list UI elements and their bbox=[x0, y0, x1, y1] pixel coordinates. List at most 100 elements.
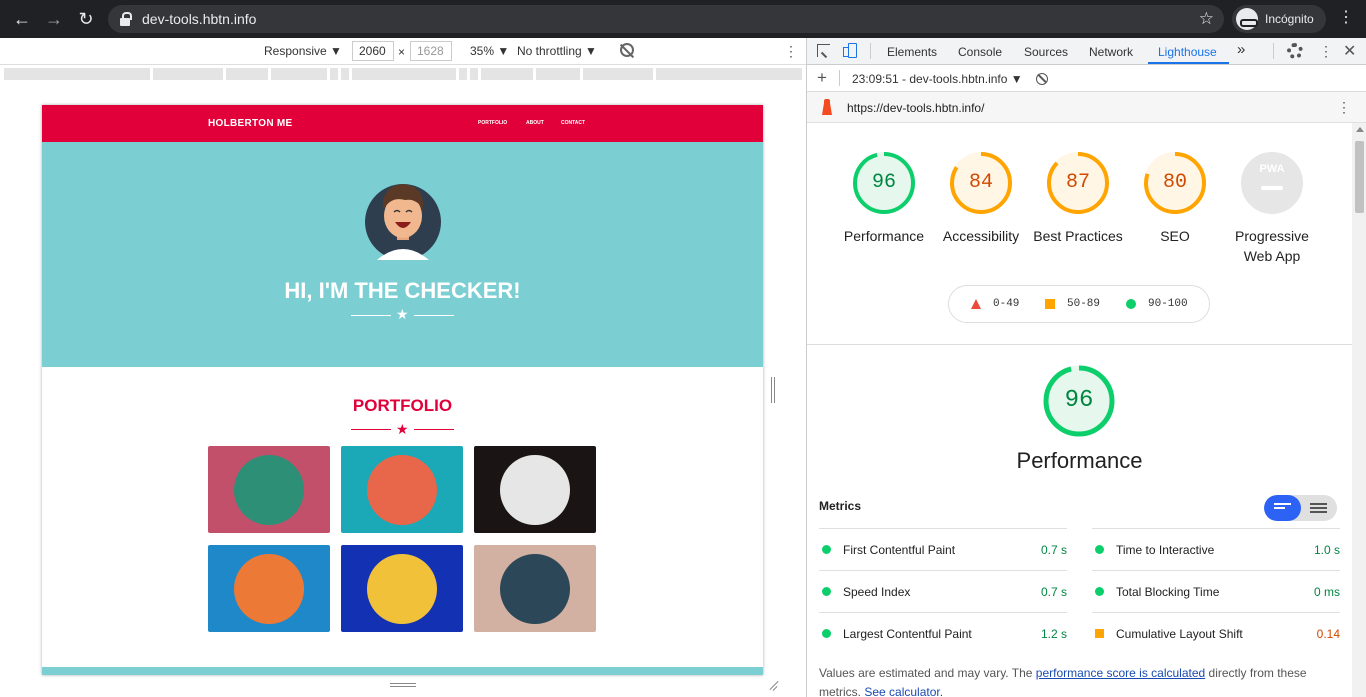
viewport-resize-handle-bottom[interactable] bbox=[390, 683, 416, 687]
section-divider bbox=[807, 344, 1352, 345]
portfolio-title: PORTFOLIO bbox=[352, 396, 453, 415]
close-devtools-icon[interactable]: ✕ bbox=[1343, 41, 1356, 61]
more-tabs-icon[interactable]: » bbox=[1237, 41, 1245, 58]
legend-average: 50-89 bbox=[1067, 298, 1101, 310]
settings-gear-icon[interactable] bbox=[1287, 43, 1303, 59]
device-toggle-icon[interactable] bbox=[843, 43, 857, 59]
nav-link-contact[interactable]: CONTACT bbox=[561, 120, 585, 126]
performance-section-title: Performance bbox=[1016, 448, 1143, 473]
hero-star-icon: ★ bbox=[396, 306, 409, 322]
metric-name: Speed Index bbox=[843, 585, 911, 599]
lighthouse-logo-icon bbox=[821, 99, 833, 115]
gauge-seo[interactable]: 80 SEO bbox=[1142, 150, 1208, 244]
zoom-select-label: 35% bbox=[470, 44, 495, 58]
report-scrollbar[interactable] bbox=[1352, 123, 1366, 697]
metrics-view-toggle[interactable] bbox=[1264, 495, 1337, 521]
device-select[interactable]: Responsive ▼ bbox=[264, 44, 342, 58]
forward-arrow-icon[interactable]: → bbox=[38, 3, 70, 35]
score-calculated-link[interactable]: performance score is calculated bbox=[1036, 666, 1205, 680]
scroll-up-arrow-icon[interactable] bbox=[1356, 127, 1364, 132]
portfolio-tile-submarine[interactable] bbox=[474, 545, 596, 632]
emulated-viewport-area: HOLBERTON ME PORTFOLIO ABOUT CONTACT HI,… bbox=[0, 83, 806, 697]
site-brand[interactable]: HOLBERTON ME bbox=[208, 118, 293, 129]
portfolio-tile-safe[interactable] bbox=[341, 545, 463, 632]
report-url[interactable]: https://dev-tools.hbtn.info/ bbox=[847, 101, 984, 115]
browser-menu-icon[interactable]: ⋮ bbox=[1338, 10, 1354, 26]
report-url-bar: https://dev-tools.hbtn.info/ ⋮ bbox=[807, 92, 1366, 123]
report-menu-icon[interactable]: ⋮ bbox=[1337, 99, 1351, 116]
times-icon: × bbox=[398, 45, 406, 59]
gauge-score: 84 bbox=[968, 171, 993, 194]
pwa-dash-icon bbox=[1261, 186, 1283, 190]
gamepad-icon bbox=[234, 554, 304, 624]
scrollbar-thumb[interactable] bbox=[1355, 141, 1364, 213]
portfolio-tile-circus[interactable] bbox=[474, 446, 596, 533]
browser-toolbar: ← → ↻ dev-tools.hbtn.info ☆ Incógnito ⋮ bbox=[0, 0, 1366, 38]
throttling-select[interactable]: No throttling ▼ bbox=[517, 44, 597, 58]
performance-gauge: 96 bbox=[1042, 364, 1116, 438]
viewport-resize-handle-right[interactable] bbox=[771, 377, 775, 403]
pass-circle-icon bbox=[1095, 545, 1104, 554]
nav-link-portfolio[interactable]: PORTFOLIO bbox=[478, 120, 507, 126]
emulated-page: HOLBERTON ME PORTFOLIO ABOUT CONTACT HI,… bbox=[42, 105, 763, 675]
metric-name: First Contentful Paint bbox=[843, 543, 956, 557]
nav-link-about[interactable]: ABOUT bbox=[526, 120, 544, 126]
gauge-accessibility[interactable]: 84 Accessibility bbox=[943, 150, 1019, 244]
gauge-best-practices[interactable]: 87 Best Practices bbox=[1033, 150, 1123, 244]
width-input[interactable]: 2060 bbox=[352, 41, 394, 61]
tab-sources[interactable]: Sources bbox=[1024, 45, 1068, 59]
incognito-icon bbox=[1236, 8, 1258, 30]
address-url: dev-tools.hbtn.info bbox=[142, 11, 257, 27]
incognito-badge[interactable]: Incógnito bbox=[1232, 5, 1326, 33]
hero-title: HI, I'M THE CHECKER! bbox=[284, 278, 521, 303]
lighthouse-toolbar: + 23:09:51 - dev-tools.hbtn.info ▼ bbox=[807, 65, 1366, 92]
metric-row: First Contentful Paint 0.7 s bbox=[819, 528, 1067, 570]
report-select[interactable]: 23:09:51 - dev-tools.hbtn.info ▼ bbox=[852, 72, 1023, 86]
metric-row: Largest Contentful Paint 1.2 s bbox=[819, 612, 1067, 654]
submarine-icon bbox=[500, 554, 570, 624]
gauge-progressive-web-app[interactable]: PWA Progressive Web App bbox=[1235, 150, 1309, 264]
gauge-performance[interactable]: 96 Performance bbox=[844, 150, 924, 244]
gauge-score: 80 bbox=[1162, 171, 1187, 194]
clear-reports-icon[interactable] bbox=[1036, 73, 1048, 85]
metric-value: 0.7 s bbox=[1040, 543, 1067, 557]
metrics-footnote: Values are estimated and may vary. The p… bbox=[819, 664, 1339, 697]
portfolio-tile-cake[interactable] bbox=[341, 446, 463, 533]
gauge-score: 96 bbox=[1064, 387, 1094, 414]
bookmark-star-icon[interactable]: ☆ bbox=[1199, 9, 1214, 29]
metrics-title: Metrics bbox=[819, 499, 862, 513]
metric-name: Total Blocking Time bbox=[1116, 585, 1220, 599]
new-report-plus-icon[interactable]: + bbox=[817, 68, 827, 88]
devtools-menu-icon[interactable]: ⋮ bbox=[1319, 43, 1333, 60]
expanded-view-icon[interactable] bbox=[1310, 503, 1327, 513]
gauge-score: 96 bbox=[871, 171, 896, 194]
viewport-resize-handle-corner[interactable] bbox=[766, 679, 778, 691]
tab-console[interactable]: Console bbox=[958, 45, 1002, 59]
compact-view-icon bbox=[1274, 503, 1291, 513]
gauge-score: 87 bbox=[1065, 171, 1090, 194]
device-toolbar-menu-icon[interactable]: ⋮ bbox=[784, 43, 798, 60]
see-calculator-link[interactable]: See calculator. bbox=[864, 685, 943, 697]
incognito-label: Incógnito bbox=[1265, 12, 1314, 26]
tab-lighthouse[interactable]: Lighthouse bbox=[1158, 45, 1217, 59]
address-bar[interactable]: dev-tools.hbtn.info ☆ bbox=[108, 5, 1224, 33]
zoom-select[interactable]: 35% ▼ bbox=[470, 44, 509, 58]
portfolio-tile-gamepad[interactable] bbox=[208, 545, 330, 632]
metric-name: Cumulative Layout Shift bbox=[1116, 627, 1243, 641]
rotate-icon[interactable] bbox=[620, 43, 634, 57]
height-input[interactable]: 1628 bbox=[410, 41, 452, 61]
media-query-bar[interactable] bbox=[0, 65, 806, 83]
fail-triangle-icon bbox=[971, 299, 981, 309]
reload-icon[interactable]: ↻ bbox=[70, 3, 102, 35]
portfolio-tile-cabin[interactable] bbox=[208, 446, 330, 533]
tab-elements[interactable]: Elements bbox=[887, 45, 937, 59]
metric-row: Speed Index 0.7 s bbox=[819, 570, 1067, 612]
metric-name: Largest Contentful Paint bbox=[843, 627, 972, 641]
lighthouse-report: 96 Performance 84 Accessibility 87 Best Pract… bbox=[807, 123, 1352, 697]
pass-circle-icon bbox=[822, 545, 831, 554]
back-arrow-icon[interactable]: ← bbox=[6, 3, 38, 35]
inspect-element-icon[interactable] bbox=[817, 44, 830, 57]
cabin-icon bbox=[234, 455, 304, 525]
average-square-icon bbox=[1045, 299, 1055, 309]
tab-network[interactable]: Network bbox=[1089, 45, 1133, 59]
